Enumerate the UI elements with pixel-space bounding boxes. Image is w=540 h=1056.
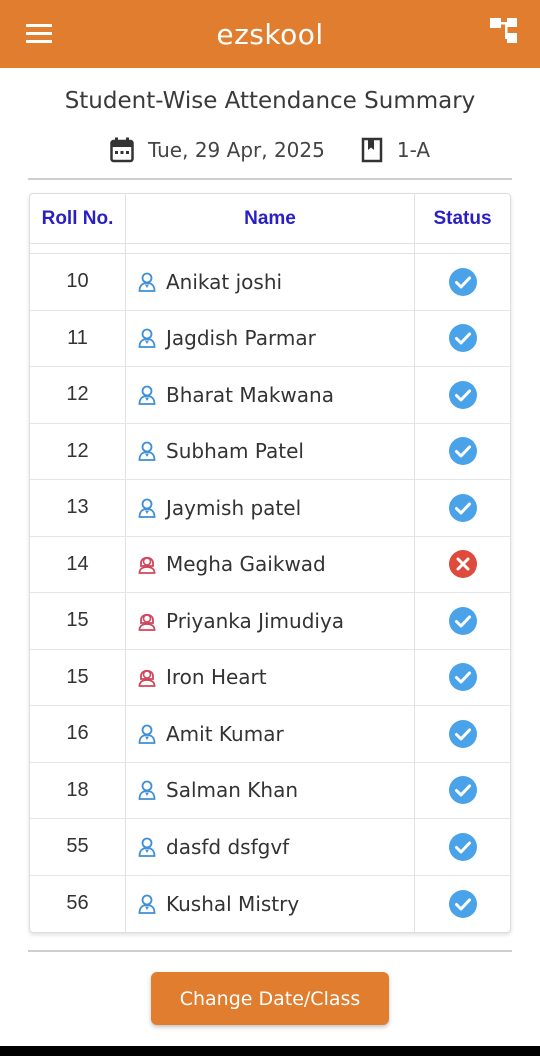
app-bar: ezskool [0, 0, 540, 68]
table-row[interactable]: 15 Priyanka Jimudiya [30, 593, 510, 650]
roll-number: 12 [30, 423, 126, 479]
roll-number: 18 [30, 762, 126, 818]
female-student-icon [136, 666, 158, 688]
student-name-cell: Megha Gaikwad [126, 536, 415, 592]
spacer-cell [30, 244, 126, 254]
table-body: 10 Anikat joshi 11 Jagdish Parmar 12 Bharat M… [30, 254, 510, 932]
table-row[interactable]: 12 Bharat Makwana [30, 367, 510, 424]
student-name: Megha Gaikwad [166, 552, 326, 577]
spacer-cell [126, 244, 415, 254]
roll-number: 15 [30, 593, 126, 649]
male-student-icon [136, 779, 158, 801]
male-student-icon [136, 271, 158, 293]
name-header[interactable]: Name [126, 194, 415, 243]
student-name-cell: Salman Khan [126, 762, 415, 818]
roll-number: 13 [30, 480, 126, 536]
student-name: Jaymish patel [166, 495, 302, 520]
present-check-icon [415, 254, 510, 310]
hierarchy-icon[interactable] [488, 14, 522, 48]
roll-number: 56 [30, 875, 126, 932]
male-student-icon [136, 497, 158, 519]
table-row[interactable]: 14 Megha Gaikwad [30, 536, 510, 593]
date-info: Tue, 29 Apr, 2025 [110, 137, 325, 163]
roll-number: 14 [30, 536, 126, 592]
male-student-icon [136, 723, 158, 745]
present-check-icon [415, 593, 510, 649]
present-check-icon [415, 367, 510, 423]
roll-number: 16 [30, 706, 126, 762]
student-name-cell: Subham Patel [126, 423, 415, 479]
student-name: Subham Patel [166, 439, 304, 464]
student-name-cell: Jagdish Parmar [126, 310, 415, 366]
student-name: Amit Kumar [166, 721, 284, 746]
female-student-icon [136, 610, 158, 632]
hamburger-menu-icon[interactable] [24, 17, 56, 49]
present-check-icon [415, 706, 510, 762]
student-name: Bharat Makwana [166, 382, 334, 407]
student-name-cell: Jaymish patel [126, 480, 415, 536]
student-name: Iron Heart [166, 665, 267, 690]
table-row[interactable]: 55 dasfd dsfgvf [30, 819, 510, 876]
student-name-cell: dasfd dsfgvf [126, 819, 415, 875]
student-name-cell: Priyanka Jimudiya [126, 593, 415, 649]
roll-header[interactable]: Roll No. [30, 194, 126, 243]
present-check-icon [415, 650, 510, 706]
table-spacer [30, 244, 510, 254]
present-check-icon [415, 819, 510, 875]
student-name-cell: Amit Kumar [126, 706, 415, 762]
student-name: Anikat joshi [166, 269, 283, 294]
male-student-icon [136, 440, 158, 462]
class-info: 1-A [361, 137, 430, 163]
student-name: Kushal Mistry [166, 891, 300, 916]
student-name-cell: Kushal Mistry [126, 875, 415, 932]
present-check-icon [415, 480, 510, 536]
absent-cross-icon [415, 537, 510, 593]
attendance-date: Tue, 29 Apr, 2025 [147, 138, 325, 162]
male-student-icon [136, 327, 158, 349]
student-name: Salman Khan [166, 778, 299, 803]
app-title: ezskool [216, 17, 324, 51]
female-student-icon [136, 553, 158, 575]
student-name: Jagdish Parmar [166, 326, 316, 351]
table-row[interactable]: 11 Jagdish Parmar [30, 310, 510, 367]
roll-number: 15 [30, 649, 126, 705]
table-row[interactable]: 12 Subham Patel [30, 423, 510, 480]
table-row[interactable]: 15 Iron Heart [30, 649, 510, 706]
present-check-icon [415, 424, 510, 480]
table-row[interactable]: 56 Kushal Mistry [30, 875, 510, 933]
male-student-icon [136, 384, 158, 406]
status-header[interactable]: Status [415, 194, 510, 243]
divider [28, 178, 512, 180]
roll-number: 55 [30, 819, 126, 875]
roll-number: 12 [30, 367, 126, 423]
class-book-icon [361, 137, 383, 163]
male-student-icon [136, 893, 158, 915]
table-row[interactable]: 10 Anikat joshi [30, 254, 510, 311]
system-nav-bar [0, 1046, 540, 1056]
spacer-cell [415, 244, 510, 254]
roll-number: 10 [30, 254, 126, 310]
present-check-icon [415, 311, 510, 367]
male-student-icon [136, 836, 158, 858]
table-header: Roll No. Name Status [30, 194, 510, 244]
student-name-cell: Iron Heart [126, 649, 415, 705]
change-date-class-button[interactable]: Change Date/Class [151, 972, 389, 1025]
divider [28, 950, 512, 952]
present-check-icon [415, 876, 510, 933]
table-row[interactable]: 18 Salman Khan [30, 762, 510, 819]
student-name-cell: Bharat Makwana [126, 367, 415, 423]
student-name-cell: Anikat joshi [126, 254, 415, 310]
attendance-table: Roll No. Name Status 10 Anikat joshi 11 Jag… [29, 193, 511, 933]
calendar-icon [110, 137, 134, 163]
summary-meta: Tue, 29 Apr, 2025 1-A [0, 134, 540, 166]
class-name: 1-A [396, 138, 431, 162]
student-name: Priyanka Jimudiya [166, 608, 345, 633]
table-row[interactable]: 16 Amit Kumar [30, 706, 510, 763]
page-title: Student-Wise Attendance Summary [64, 88, 476, 114]
roll-number: 11 [30, 310, 126, 366]
student-name: dasfd dsfgvf [166, 834, 290, 859]
present-check-icon [415, 763, 510, 819]
table-row[interactable]: 13 Jaymish patel [30, 480, 510, 537]
